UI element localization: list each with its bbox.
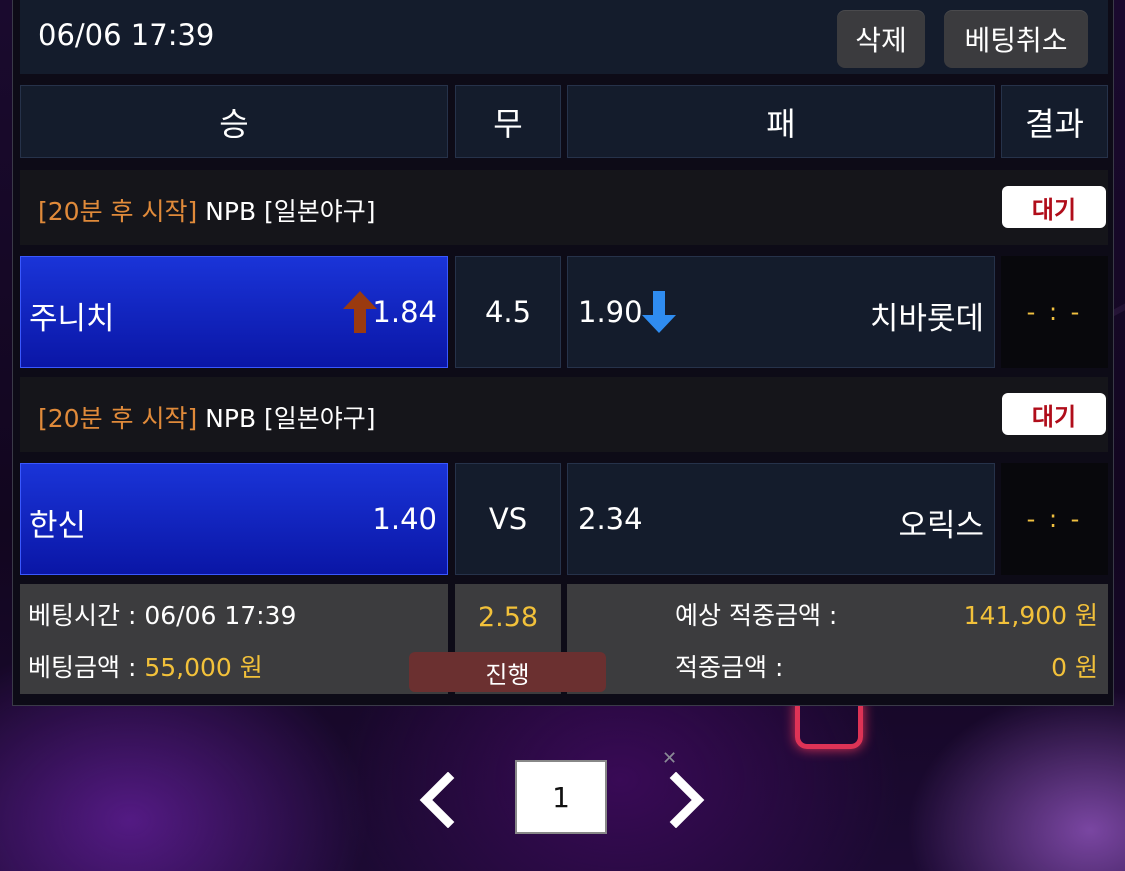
match-info-bar: [20분 후 시작] NPB [일본야구] 대기	[20, 170, 1108, 245]
home-odds: 1.40	[372, 502, 437, 536]
arrow-down-icon	[642, 291, 676, 333]
match-start-status: [20분 후 시작]	[38, 404, 198, 433]
handicap-value: 4.5	[484, 295, 532, 329]
column-header-draw: 무	[455, 85, 561, 158]
home-team-name: 한신	[29, 508, 87, 544]
away-team-name: 오릭스	[898, 508, 984, 544]
home-odds-button[interactable]: 주니치 1.84	[20, 256, 448, 368]
bet-datetime: 06/06 17:39	[38, 18, 215, 52]
bet-amount-label: 베팅금액 :	[28, 653, 145, 682]
total-odds: 2.58	[477, 602, 539, 633]
match-info-bar: [20분 후 시작] NPB [일본야구] 대기	[20, 377, 1108, 452]
expected-win-value: 141,900 원	[963, 601, 1098, 630]
handicap-cell: 4.5	[455, 256, 561, 368]
chevron-right-icon[interactable]	[666, 772, 706, 828]
bet-time-value: 06/06 17:39	[144, 601, 297, 630]
bet-slip-header: 06/06 17:39 삭제 베팅취소	[20, 0, 1108, 74]
bet-amount-value: 55,000 원	[144, 653, 263, 682]
close-icon: ✕	[662, 748, 678, 769]
away-odds: 2.34	[578, 502, 643, 536]
background-neon-glass	[795, 700, 863, 749]
chevron-left-icon[interactable]	[418, 772, 458, 828]
status-badge: 대기	[1002, 393, 1106, 435]
delete-button[interactable]: 삭제	[837, 10, 925, 68]
versus-cell: VS	[455, 463, 561, 575]
match-result: - : -	[1001, 256, 1108, 368]
win-amount-label: 적중금액 :	[675, 653, 784, 682]
home-team-name: 주니치	[29, 301, 115, 337]
bet-summary-left: 베팅시간 : 06/06 17:39 베팅금액 : 55,000 원	[20, 584, 448, 694]
home-odds-button[interactable]: 한신 1.40	[20, 463, 448, 575]
league-name: NPB [일본야구]	[205, 404, 376, 433]
away-odds: 1.90	[578, 295, 643, 329]
cancel-bet-button[interactable]: 베팅취소	[944, 10, 1088, 68]
away-team-name: 치바롯데	[869, 301, 984, 337]
status-badge: 대기	[1002, 186, 1106, 228]
win-amount-value: 0 원	[1051, 653, 1098, 682]
match-start-status: [20분 후 시작]	[38, 197, 198, 226]
away-odds-button[interactable]: 2.34 오릭스	[567, 463, 995, 575]
column-header-win: 승	[20, 85, 448, 158]
bet-time-label: 베팅시간 :	[28, 601, 145, 630]
versus-label: VS	[488, 502, 528, 536]
bet-summary-right: 예상 적중금액 : 141,900 원 적중금액 : 0 원	[567, 584, 1108, 694]
match-result: - : -	[1001, 463, 1108, 575]
page-number-current[interactable]: 1	[515, 760, 607, 834]
home-odds: 1.84	[372, 295, 437, 329]
column-header-lose: 패	[567, 85, 995, 158]
away-odds-button[interactable]: 1.90 치바롯데	[567, 256, 995, 368]
bet-state-badge: 진행	[409, 652, 606, 692]
expected-win-label: 예상 적중금액 :	[675, 601, 838, 630]
league-name: NPB [일본야구]	[205, 197, 376, 226]
column-header-result: 결과	[1001, 85, 1108, 158]
